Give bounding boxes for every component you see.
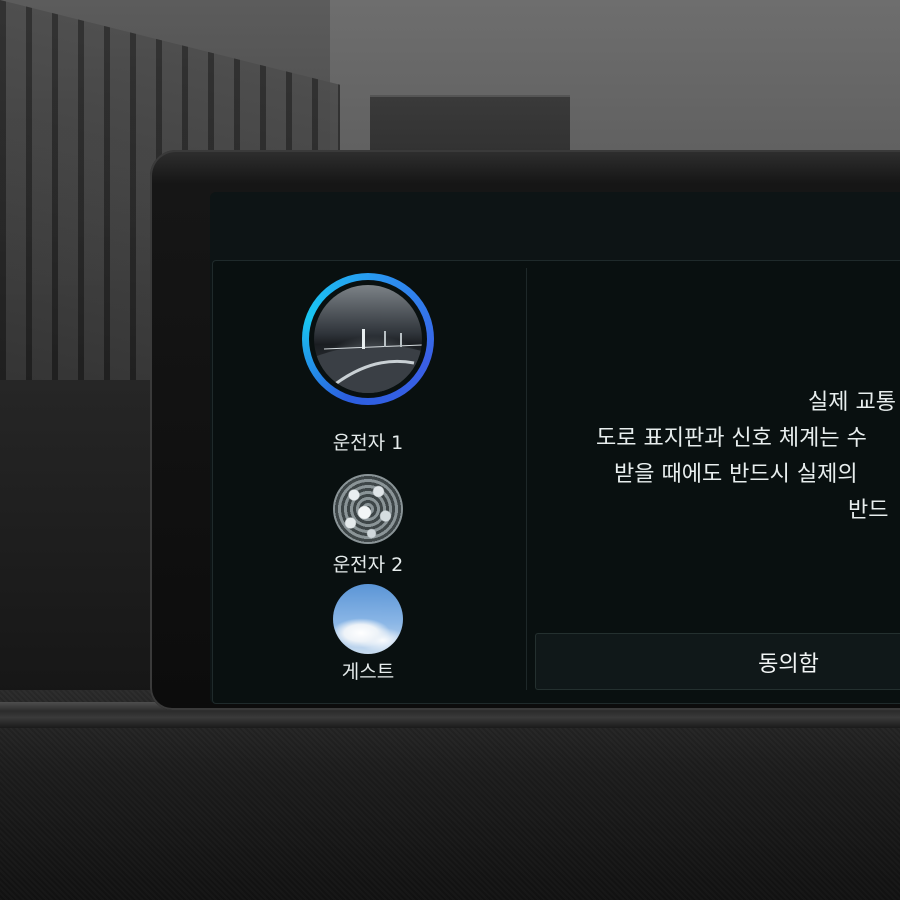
terms-line-1: 실제 교통: [808, 390, 896, 415]
guest-name: 게스트: [341, 661, 395, 683]
car-window-frame: [0, 380, 160, 700]
driver-2-avatar: [333, 474, 403, 544]
panel-divider: [526, 268, 527, 690]
driver-2-name: 운전자 2: [332, 554, 404, 576]
agree-button[interactable]: 동의함: [535, 633, 900, 690]
driver-1-avatar: [314, 285, 422, 393]
terms-line-2: 도로 표지판과 신호 체계는 수: [596, 426, 867, 451]
agree-button-label: 동의함: [758, 651, 819, 677]
driver-1-name: 운전자 1: [332, 432, 404, 454]
terms-text: 실제 교통 도로 표지판과 신호 체계는 수 받을 때에도 반드시 실제의 반드: [530, 385, 900, 525]
terms-line-4: 반드: [848, 498, 889, 523]
terms-line-3: 받을 때에도 반드시 실제의: [614, 462, 858, 487]
guest-avatar: [333, 584, 403, 654]
